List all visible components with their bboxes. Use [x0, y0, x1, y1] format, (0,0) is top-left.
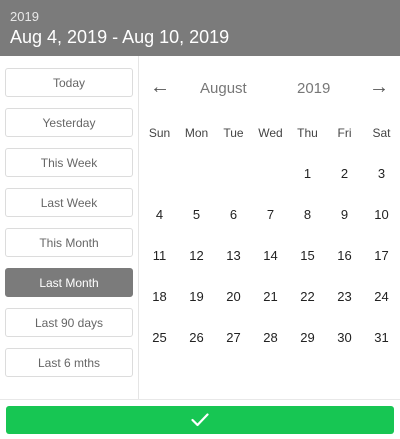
weekday-thu: Thu [297, 126, 318, 140]
calendar-day[interactable]: 29 [289, 328, 326, 348]
preset-last-90-days[interactable]: Last 90 days [5, 308, 133, 337]
calendar-day[interactable]: 7 [252, 205, 289, 225]
preset-last-6-months[interactable]: Last 6 mths [5, 348, 133, 377]
calendar-day[interactable]: 27 [215, 328, 252, 348]
calendar-day[interactable]: 15 [289, 246, 326, 266]
preset-last-month[interactable]: Last Month [5, 268, 133, 297]
calendar-day[interactable]: 10 [363, 205, 400, 225]
calendar-day[interactable]: 21 [252, 287, 289, 307]
calendar-month: August [200, 80, 247, 97]
header-year: 2019 [10, 9, 39, 24]
calendar-day[interactable]: 11 [141, 246, 178, 266]
calendar-day[interactable]: 17 [363, 246, 400, 266]
calendar-day[interactable]: 5 [178, 205, 215, 225]
calendar-day[interactable]: 19 [178, 287, 215, 307]
preset-today[interactable]: Today [5, 68, 133, 97]
weekday-tue: Tue [223, 126, 244, 140]
calendar-day[interactable]: 8 [289, 205, 326, 225]
calendar-day[interactable]: 12 [178, 246, 215, 266]
calendar-day[interactable]: 1 [289, 164, 326, 184]
calendar-day[interactable]: 26 [178, 328, 215, 348]
preset-this-month[interactable]: This Month [5, 228, 133, 257]
calendar-year: 2019 [297, 80, 331, 97]
calendar-day[interactable]: 30 [326, 328, 363, 348]
calendar-day[interactable]: 6 [215, 205, 252, 225]
weekday-mon: Mon [184, 126, 209, 140]
calendar-day[interactable]: 25 [141, 328, 178, 348]
preset-last-week[interactable]: Last Week [5, 188, 133, 217]
arrow-left-icon[interactable]: ← [150, 76, 170, 99]
check-icon [191, 413, 209, 427]
calendar-day[interactable]: 18 [141, 287, 178, 307]
preset-yesterday[interactable]: Yesterday [5, 108, 133, 137]
calendar-day[interactable]: 20 [215, 287, 252, 307]
header-date-range: Aug 4, 2019 - Aug 10, 2019 [10, 27, 230, 47]
calendar-day[interactable]: 13 [215, 246, 252, 266]
confirm-button[interactable] [6, 406, 394, 434]
calendar-day[interactable]: 28 [252, 328, 289, 348]
footer-divider [0, 399, 400, 400]
calendar-day[interactable]: 16 [326, 246, 363, 266]
calendar-day[interactable]: 31 [363, 328, 400, 348]
weekday-sat: Sat [372, 126, 391, 140]
preset-this-week[interactable]: This Week [5, 148, 133, 177]
calendar-day[interactable]: 3 [363, 164, 400, 184]
calendar-day[interactable]: 14 [252, 246, 289, 266]
date-range-header: 2019 Aug 4, 2019 - Aug 10, 2019 [0, 0, 400, 56]
calendar-day[interactable]: 22 [289, 287, 326, 307]
calendar-day[interactable]: 23 [326, 287, 363, 307]
arrow-right-icon[interactable]: → [369, 76, 389, 99]
weekday-fri: Fri [337, 126, 352, 140]
calendar-day[interactable]: 9 [326, 205, 363, 225]
calendar: ← August 2019 → Sun Mon Tue Wed Thu Fri Sat 12… [140, 56, 400, 399]
weekday-sun: Sun [148, 126, 171, 140]
calendar-day[interactable]: 2 [326, 164, 363, 184]
calendar-day[interactable]: 4 [141, 205, 178, 225]
preset-sidebar: Today Yesterday This Week Last Week This… [0, 56, 139, 399]
calendar-day[interactable]: 24 [363, 287, 400, 307]
weekday-wed: Wed [258, 126, 283, 140]
